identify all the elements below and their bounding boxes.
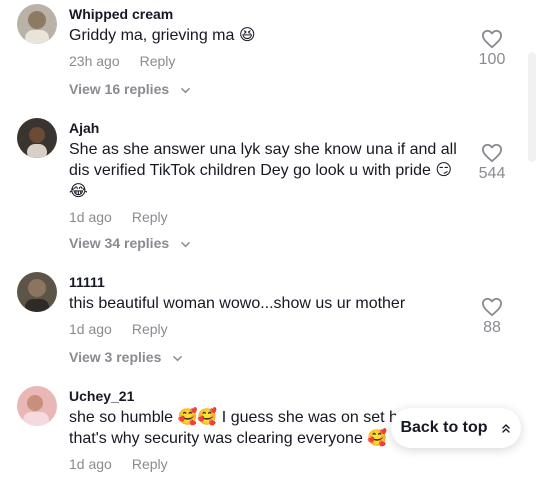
comment-text: She as she answer una lyk say she know u… <box>69 141 457 200</box>
like-count: 544 <box>478 165 506 182</box>
like-button[interactable]: 544 <box>472 143 512 183</box>
chevron-down-icon <box>181 241 190 248</box>
chevron-down-icon <box>173 355 183 362</box>
comment-username[interactable]: Ajah <box>69 120 99 136</box>
avatar[interactable] <box>17 386 57 426</box>
back-to-top-button[interactable]: Back to top <box>391 408 521 448</box>
reply-button[interactable]: Reply <box>132 321 168 337</box>
like-button[interactable]: 88 <box>472 297 512 337</box>
comment-username[interactable]: Uchey_21 <box>69 388 134 404</box>
comment-time: 1d ago <box>69 321 112 337</box>
chevron-down-icon <box>181 87 190 94</box>
heart-outline-icon <box>481 297 502 317</box>
avatar[interactable] <box>17 118 57 158</box>
comment-meta: 1d ago Reply <box>69 456 168 472</box>
comment-meta: 1d ago Reply <box>69 321 168 337</box>
view-replies-label: View 34 replies <box>69 235 170 251</box>
view-replies-button[interactable]: View 34 replies <box>69 235 190 251</box>
double-chevron-up-icon <box>501 424 510 433</box>
comment-username[interactable]: 11111 <box>69 274 105 290</box>
like-count: 100 <box>478 51 506 68</box>
back-to-top-label: Back to top <box>400 419 488 436</box>
comment-time: 1d ago <box>69 209 112 225</box>
view-replies-label: View 16 replies <box>69 81 170 97</box>
comment-meta: 1d ago Reply <box>69 209 168 225</box>
comment-time: 23h ago <box>69 53 120 69</box>
heart-outline-icon <box>481 143 502 163</box>
reply-button[interactable]: Reply <box>132 456 168 472</box>
comment-text: this beautiful woman wowo...show us ur m… <box>69 295 406 312</box>
reply-button[interactable]: Reply <box>132 209 168 225</box>
scrollbar[interactable] <box>528 52 536 162</box>
view-replies-button[interactable]: View 16 replies <box>69 81 190 97</box>
comment-meta: 23h ago Reply <box>69 53 175 69</box>
comment-username[interactable]: Whipped cream <box>69 6 173 22</box>
comment-text: Griddy ma, grieving ma 😆 <box>69 27 256 44</box>
comment-time: 1d ago <box>69 456 112 472</box>
view-replies-button[interactable]: View 3 replies <box>69 349 183 365</box>
like-count: 88 <box>483 319 501 336</box>
heart-outline-icon <box>481 29 502 49</box>
like-button[interactable]: 100 <box>472 29 512 69</box>
avatar[interactable] <box>17 272 57 312</box>
reply-button[interactable]: Reply <box>140 53 176 69</box>
avatar[interactable] <box>17 4 57 44</box>
view-replies-label: View 3 replies <box>69 349 162 365</box>
